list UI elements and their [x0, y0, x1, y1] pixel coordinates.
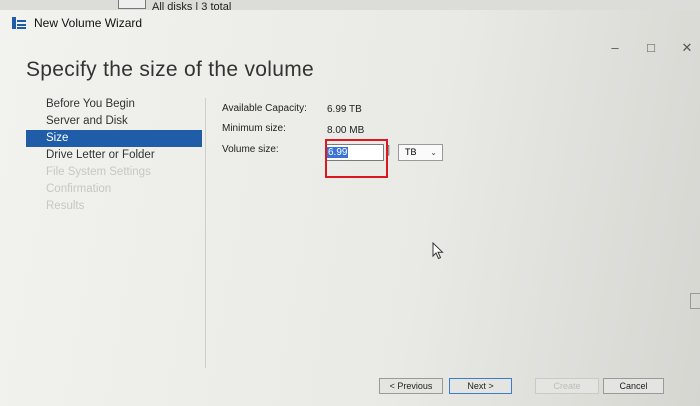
window-edge-mark: [690, 293, 700, 309]
volume-size-label: Volume size:: [222, 144, 279, 155]
panel-divider: [205, 98, 206, 368]
title-bar: New Volume Wizard: [0, 10, 700, 40]
step-size[interactable]: Size: [26, 130, 202, 147]
background-tab: [118, 0, 146, 9]
step-drive-letter[interactable]: Drive Letter or Folder: [26, 147, 202, 164]
page-title: Specify the size of the volume: [26, 58, 314, 81]
minimize-button[interactable]: –: [606, 40, 624, 55]
cancel-button[interactable]: Cancel: [603, 378, 664, 394]
window-title: New Volume Wizard: [34, 16, 143, 30]
create-button: Create: [535, 378, 599, 394]
next-button[interactable]: Next >: [449, 378, 512, 394]
step-server-and-disk[interactable]: Server and Disk: [26, 113, 202, 130]
close-button[interactable]: ✕: [678, 40, 696, 56]
disk-icon: [12, 17, 26, 29]
annotation-highlight-box: [325, 139, 388, 178]
wizard-window: New Volume Wizard – □ ✕ Specify the size…: [0, 10, 700, 406]
minimum-size-label: Minimum size:: [222, 123, 286, 134]
chevron-down-icon: ⌄: [430, 148, 437, 157]
step-before-you-begin[interactable]: Before You Begin: [26, 96, 202, 113]
available-capacity-label: Available Capacity:: [222, 103, 307, 114]
mouse-cursor-icon: [432, 242, 444, 260]
step-file-system-settings: File System Settings: [46, 166, 151, 178]
step-confirmation: Confirmation: [46, 183, 112, 195]
unit-dropdown-value: TB: [405, 147, 417, 157]
previous-button[interactable]: < Previous: [379, 378, 443, 394]
minimum-size-value: 8.00 MB: [327, 125, 365, 136]
step-results: Results: [46, 200, 85, 212]
available-capacity-value: 6.99 TB: [327, 104, 362, 115]
unit-dropdown[interactable]: TB ⌄: [398, 144, 443, 161]
wizard-steps: Before You Begin Server and Disk Size Dr…: [26, 96, 202, 215]
maximize-button[interactable]: □: [642, 40, 660, 55]
